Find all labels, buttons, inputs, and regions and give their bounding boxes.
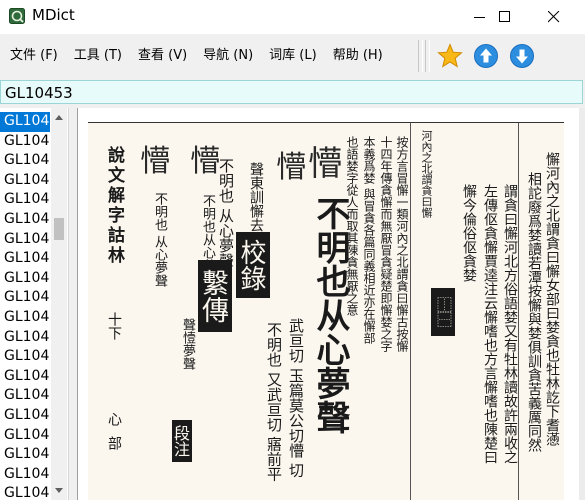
text-column: 武亘切 玉篇莫公切懵 切 <box>287 318 305 478</box>
word-list-item[interactable]: GL104 <box>0 426 50 446</box>
text-column: 河內之北謂貪曰懈 <box>420 130 433 218</box>
stamp-label: ⿰⿱ <box>431 288 455 336</box>
menu-file[interactable]: 文件 (F) <box>2 43 66 69</box>
menu-library[interactable]: 词库 (L) <box>261 43 325 69</box>
window-title: MDict <box>32 6 75 24</box>
volume-label: 十下 <box>106 312 122 340</box>
word-list-item[interactable]: GL104 <box>0 465 50 485</box>
menu-tools[interactable]: 工具 (T) <box>66 43 130 69</box>
seal-character: 懵 <box>140 144 170 179</box>
menu-help[interactable]: 帮助 (H) <box>325 43 391 69</box>
word-list-item[interactable]: GL104 <box>0 112 50 132</box>
previous-button[interactable] <box>472 42 500 70</box>
top-rule <box>88 122 564 123</box>
toolbar-separator <box>418 40 423 72</box>
text-column: 不明也 从心夢聲 <box>217 158 235 268</box>
stamp-label: 繫傳 <box>197 260 232 332</box>
scroll-up-icon[interactable] <box>55 114 63 122</box>
menu-list: 文件 (F) 工具 (T) 查看 (V) 导航 (N) 词库 (L) 帮助 (H… <box>0 34 391 78</box>
word-list-item[interactable]: GL104 <box>0 190 50 210</box>
word-list-item[interactable]: GL104 <box>0 151 50 171</box>
word-list: GL104 GL104 GL104 GL104 GL104 GL104 GL104 GL104… <box>0 112 50 504</box>
text-column: 本義爲婪 與冒貪各篇同義相近亦在懈部 <box>362 136 376 344</box>
menu-bar: 文件 (F) 工具 (T) 查看 (V) 导航 (N) 词库 (L) 帮助 (H… <box>0 34 585 78</box>
book-title: 說文解字詁林 <box>104 146 124 266</box>
word-list-item[interactable]: GL104 <box>0 484 50 504</box>
text-column: 不明也 从心夢聲 <box>152 192 167 288</box>
arrow-down-icon <box>510 44 534 68</box>
word-list-item[interactable]: GL104 <box>0 132 50 152</box>
word-list-item[interactable]: GL104 <box>0 249 50 269</box>
word-list-item[interactable]: GL104 <box>0 406 50 426</box>
arrow-up-icon <box>474 44 498 68</box>
menu-view[interactable]: 查看 (V) <box>130 43 195 69</box>
text-column: 聲東訓懈去 <box>248 162 264 232</box>
word-list-item[interactable]: GL104 <box>0 269 50 289</box>
text-column: 謂貪曰懈河北方俗語婪又有牡林讀故許兩收之 <box>502 184 518 464</box>
search-input[interactable]: GL10453 <box>0 80 583 104</box>
star-icon <box>437 43 463 68</box>
title-bar: MDict <box>0 0 585 34</box>
word-list-item[interactable]: GL104 <box>0 171 50 191</box>
favorite-button[interactable] <box>436 42 464 70</box>
text-column: 左傳伛貪懈賈逵注云懈嗜也方言懈嗜也陳楚曰 <box>482 184 498 464</box>
seal-character: 懵 <box>308 144 342 184</box>
word-list-item[interactable]: GL104 <box>0 308 50 328</box>
word-list-scrollbar[interactable] <box>51 108 67 500</box>
word-list-item[interactable]: GL104 <box>0 347 50 367</box>
pane-splitter[interactable] <box>69 108 77 500</box>
text-column: 懈今倫俗伛貪婪 <box>461 184 477 282</box>
scanned-page: 懈河內之北謂貪曰懈女部曰婪貪也牡林訖下耆懣 相詑廢爲婪讀若潭按懈與婪俱訓貪苦義厲… <box>88 122 564 500</box>
word-list-item[interactable]: GL104 <box>0 328 50 348</box>
stamp-label: 段注 <box>171 420 192 462</box>
next-button[interactable] <box>508 42 536 70</box>
text-column: 按方言冒懈一類河內之北謂貪曰懈古按懈 <box>395 136 409 352</box>
scroll-thumb[interactable] <box>54 218 64 240</box>
word-list-item[interactable]: GL104 <box>0 288 50 308</box>
maximize-icon <box>499 11 510 22</box>
seal-character: 懈 <box>94 422 95 423</box>
seal-character: 懵 <box>276 150 306 185</box>
close-icon <box>548 11 560 23</box>
text-column: 懈河內之北謂貪曰懈女部曰婪貪也牡林訖下耆懣 <box>544 152 560 446</box>
close-button[interactable] <box>531 0 577 34</box>
word-list-pane: GL104 GL104 GL104 GL104 GL104 GL104 GL104 GL104… <box>0 108 69 501</box>
toolbar-grip <box>425 40 430 72</box>
definition-pane: 懈河內之北謂貪曰懈女部曰婪貪也牡林訖下耆懣 相詑廢爲婪讀若潭按懈與婪俱訓貪苦義厲… <box>77 108 585 500</box>
search-bar: GL10453 <box>0 78 585 108</box>
text-column: 相詑廢爲婪讀若潭按懈與婪俱訓貪苦義厲同然 <box>526 172 542 452</box>
text-column: 不明也 又武亘切 寤前平 <box>265 322 283 482</box>
radical-label: 心部 <box>106 412 122 460</box>
word-list-item[interactable]: GL104 <box>0 230 50 250</box>
word-list-item[interactable]: GL104 <box>0 367 50 387</box>
text-column: 十四年傳貪懈而無厭冒貪疑楚即懈婪之字 <box>379 136 393 352</box>
word-list-item[interactable]: GL104 <box>0 386 50 406</box>
menu-navigate[interactable]: 导航 (N) <box>195 43 261 69</box>
word-list-item[interactable]: GL104 <box>0 445 50 465</box>
definition-scrollbar[interactable] <box>579 108 585 500</box>
stamp-label: 校錄 <box>236 232 270 298</box>
word-list-item[interactable]: GL104 <box>0 210 50 230</box>
maximize-button[interactable] <box>482 0 528 34</box>
scroll-down-icon[interactable] <box>55 486 63 494</box>
headword-definition: 不明也从心夢聲 <box>310 196 350 434</box>
text-column: 聲㦉夢聲 <box>180 318 195 370</box>
mdict-app-icon <box>9 8 25 24</box>
